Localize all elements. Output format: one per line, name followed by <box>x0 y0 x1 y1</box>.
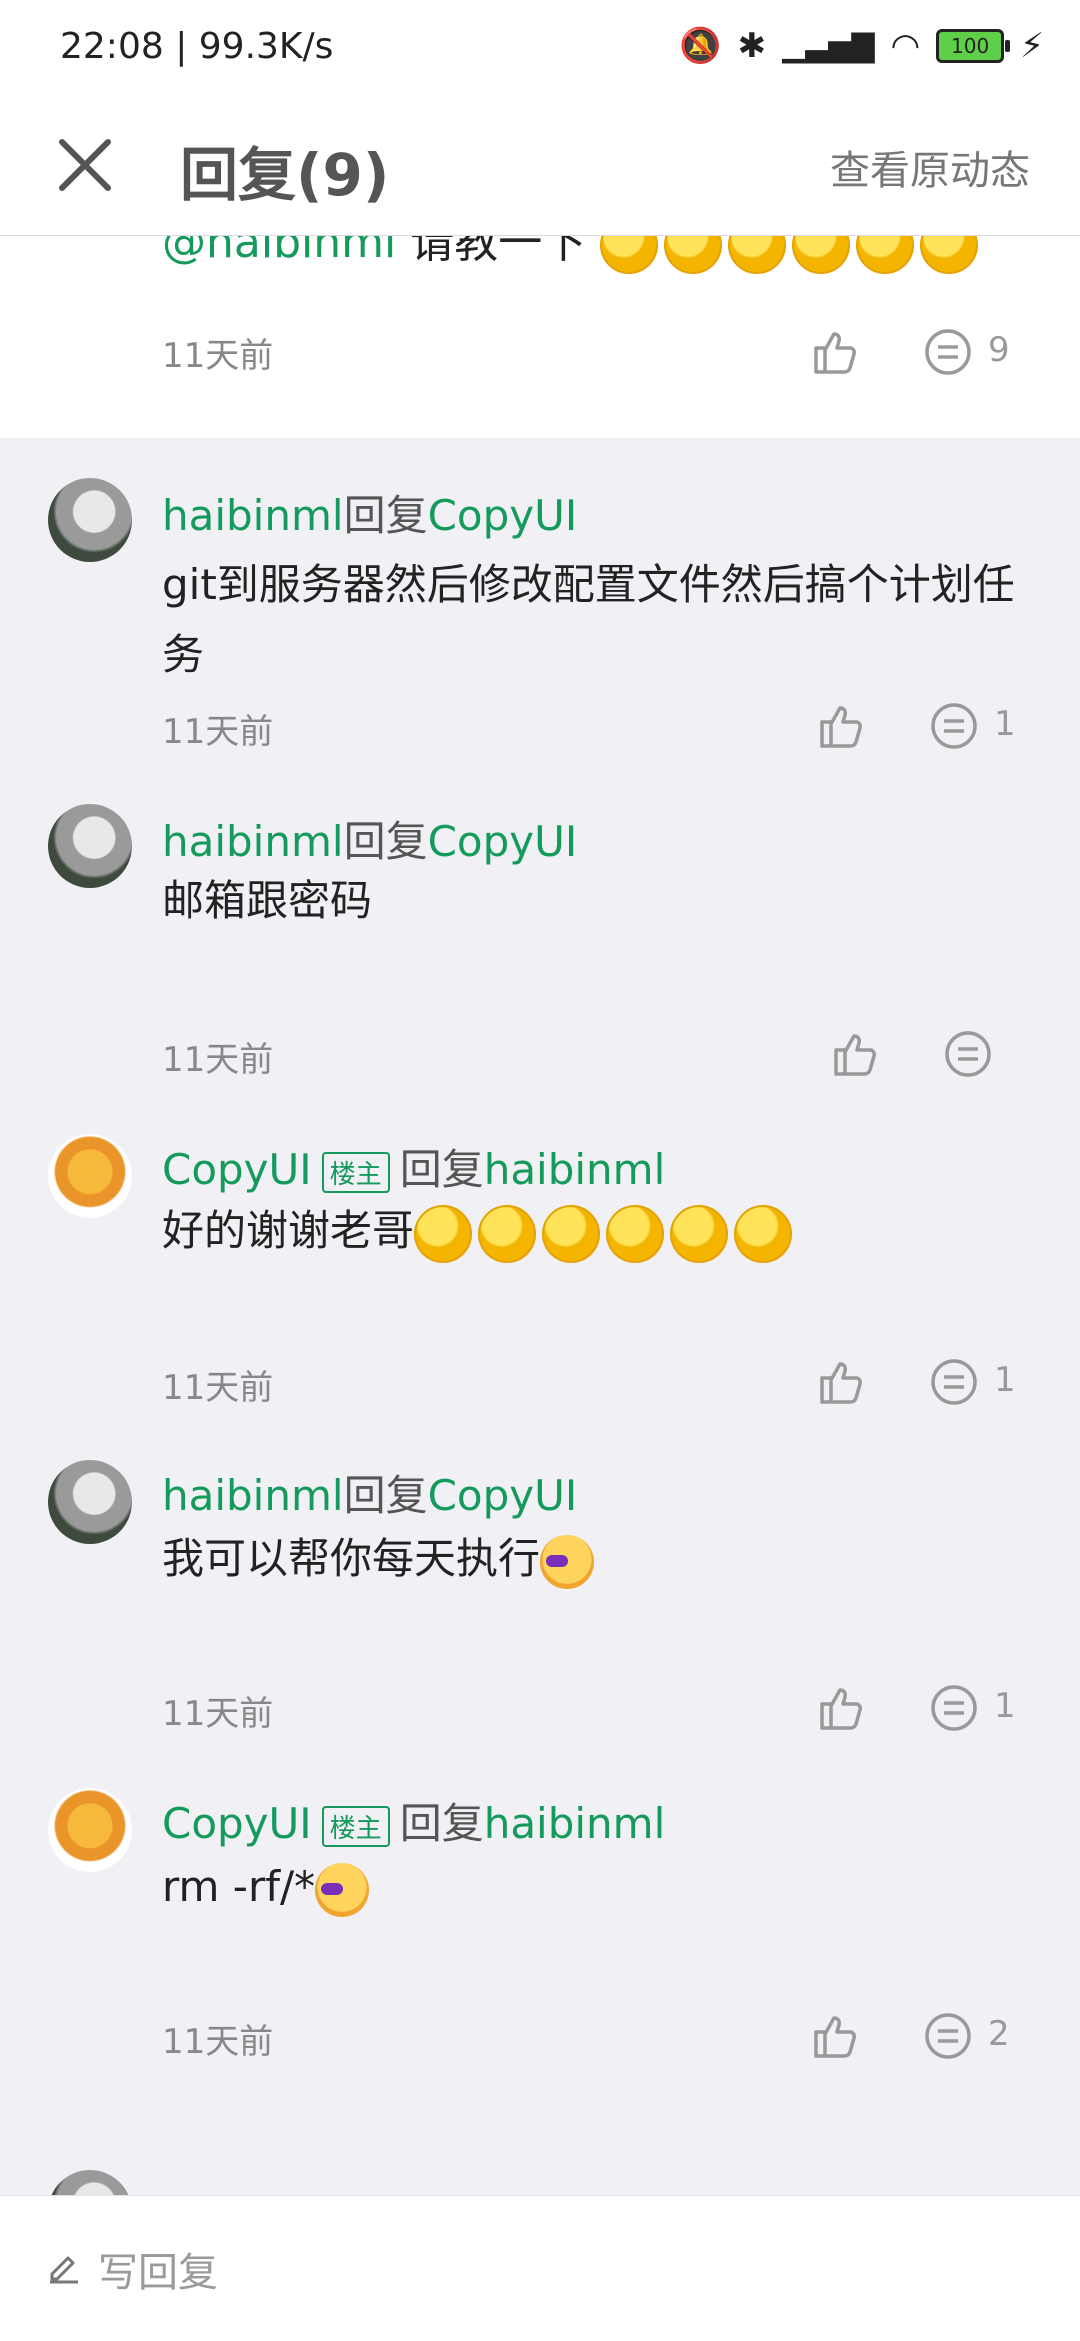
reply-time: 11天前 <box>162 1694 274 1734</box>
reply-time: 11天前 <box>162 712 274 752</box>
page-title: 回复(9) <box>180 141 390 209</box>
comment-count: 1 <box>994 1360 1016 1400</box>
battery-icon: 100 <box>936 29 1011 63</box>
reply-text: 我可以帮你每天执行 <box>162 1534 541 1583</box>
pencil-icon <box>50 2256 78 2284</box>
coin-emoji-icon <box>734 1204 793 1263</box>
avatar[interactable] <box>48 2170 132 2195</box>
target-name[interactable]: haibinml <box>484 1145 666 1194</box>
comment-count: 9 <box>988 330 1010 370</box>
reply-time: 11天前 <box>162 1040 274 1080</box>
thumbs-up-icon[interactable] <box>808 326 860 378</box>
reply-text: 好的谢谢老哥 <box>162 1206 415 1255</box>
comment-count: 2 <box>988 2014 1010 2054</box>
reply-input-bar[interactable]: 写回复 <box>0 2195 1080 2341</box>
coin-emoji-icon <box>600 236 659 274</box>
reply-header: CopyUI 楼主 回复haibinml <box>162 1799 666 1848</box>
thumbs-up-icon[interactable] <box>808 2010 860 2062</box>
coin-emoji-icon <box>728 236 787 274</box>
target-name[interactable]: CopyUI <box>428 817 578 866</box>
signal-icon: ▁▃▅▇ <box>782 28 875 64</box>
coin-emoji-icon <box>414 1204 473 1263</box>
top-comment-card: @haibinml 请教一下 11天前 9 <box>0 236 1080 438</box>
coin-emoji-icon <box>478 1204 537 1263</box>
bluetooth-icon: ✱ <box>737 26 767 66</box>
comment-icon[interactable] <box>922 326 974 378</box>
sunglasses-emoji-icon <box>540 1534 595 1589</box>
comment-icon[interactable] <box>942 1028 994 1080</box>
owner-badge: 楼主 <box>321 1152 390 1193</box>
status-bar: 22:08 | 99.3K/s 🔕 ✱ ▁▃▅▇ ◠ 100 ⚡ <box>0 0 1080 100</box>
charging-icon: ⚡ <box>1020 26 1044 66</box>
reply-text-row: 我可以帮你每天执行 <box>162 1524 1042 1594</box>
thumbs-up-icon[interactable] <box>814 700 866 752</box>
coin-emoji-icon <box>792 236 851 274</box>
author-name[interactable]: CopyUI <box>162 1145 312 1194</box>
avatar[interactable] <box>48 1788 132 1872</box>
comment-icon[interactable] <box>928 1356 980 1408</box>
author-name[interactable]: CopyUI <box>162 1799 312 1848</box>
author-name[interactable]: haibinml <box>162 817 344 866</box>
target-name[interactable]: CopyUI <box>428 1471 578 1520</box>
comment-count: 1 <box>994 704 1016 744</box>
target-name[interactable]: CopyUI <box>428 491 578 540</box>
reply-input[interactable]: 写回复 <box>98 2240 218 2298</box>
replies-list: haibinml回复CopyUI git到服务器然后修改配置文件然后搞个计划任务… <box>0 438 1080 2195</box>
title-bar: 回复(9) 查看原动态 <box>0 100 1080 236</box>
reply-text-row: rm -rf/* <box>162 1852 1042 1922</box>
reply-text-row: 好的谢谢老哥 <box>162 1196 1042 1266</box>
reply-header: haibinml回复CopyUI <box>162 1471 578 1520</box>
thumbs-up-icon[interactable] <box>814 1356 866 1408</box>
sunglasses-emoji-icon <box>315 1862 370 1917</box>
reply-text: rm -rf/* <box>162 1862 316 1911</box>
mute-icon: 🔕 <box>679 26 722 66</box>
comment-icon[interactable] <box>928 700 980 752</box>
wifi-icon: ◠ <box>890 26 921 66</box>
coin-emoji-icon <box>920 236 979 274</box>
close-icon[interactable] <box>52 132 118 198</box>
reply-text: git到服务器然后修改配置文件然后搞个计划任务 <box>162 560 1015 679</box>
comment-count: 1 <box>994 1686 1016 1726</box>
reply-header: haibinml回复CopyUI <box>162 491 578 540</box>
mention-link[interactable]: @haibinml <box>162 236 396 268</box>
coin-emoji-icon <box>670 1204 729 1263</box>
status-time: 22:08 | 99.3K/s <box>60 26 334 67</box>
thumbs-up-icon[interactable] <box>828 1028 880 1080</box>
comment-time: 11天前 <box>162 336 274 376</box>
reply-header: haibinml回复CopyUI <box>162 817 578 866</box>
coin-emoji-icon <box>542 1204 601 1263</box>
coin-emoji-icon <box>606 1204 665 1263</box>
avatar[interactable] <box>48 804 132 888</box>
status-icons: 🔕 ✱ ▁▃▅▇ ◠ 100 ⚡ <box>679 26 1044 66</box>
thumbs-up-icon[interactable] <box>814 1682 866 1734</box>
view-original-link[interactable]: 查看原动态 <box>830 138 1030 196</box>
coin-emoji-icon <box>664 236 723 274</box>
avatar[interactable] <box>48 478 132 562</box>
coin-emoji-icon <box>856 236 915 274</box>
owner-badge: 楼主 <box>321 1806 390 1847</box>
reply-text: 邮箱跟密码 <box>162 876 373 925</box>
reply-time: 11天前 <box>162 1368 274 1408</box>
avatar[interactable] <box>48 1460 132 1544</box>
comment-icon[interactable] <box>928 1682 980 1734</box>
target-name[interactable]: haibinml <box>484 1799 666 1848</box>
reply-header: CopyUI 楼主 回复haibinml <box>162 1145 666 1194</box>
author-name[interactable]: haibinml <box>162 1471 344 1520</box>
author-name[interactable]: haibinml <box>162 491 344 540</box>
reply-time: 11天前 <box>162 2022 274 2062</box>
top-comment-text: @haibinml 请教一下 <box>162 236 984 274</box>
avatar[interactable] <box>48 1134 132 1218</box>
comment-icon[interactable] <box>922 2010 974 2062</box>
